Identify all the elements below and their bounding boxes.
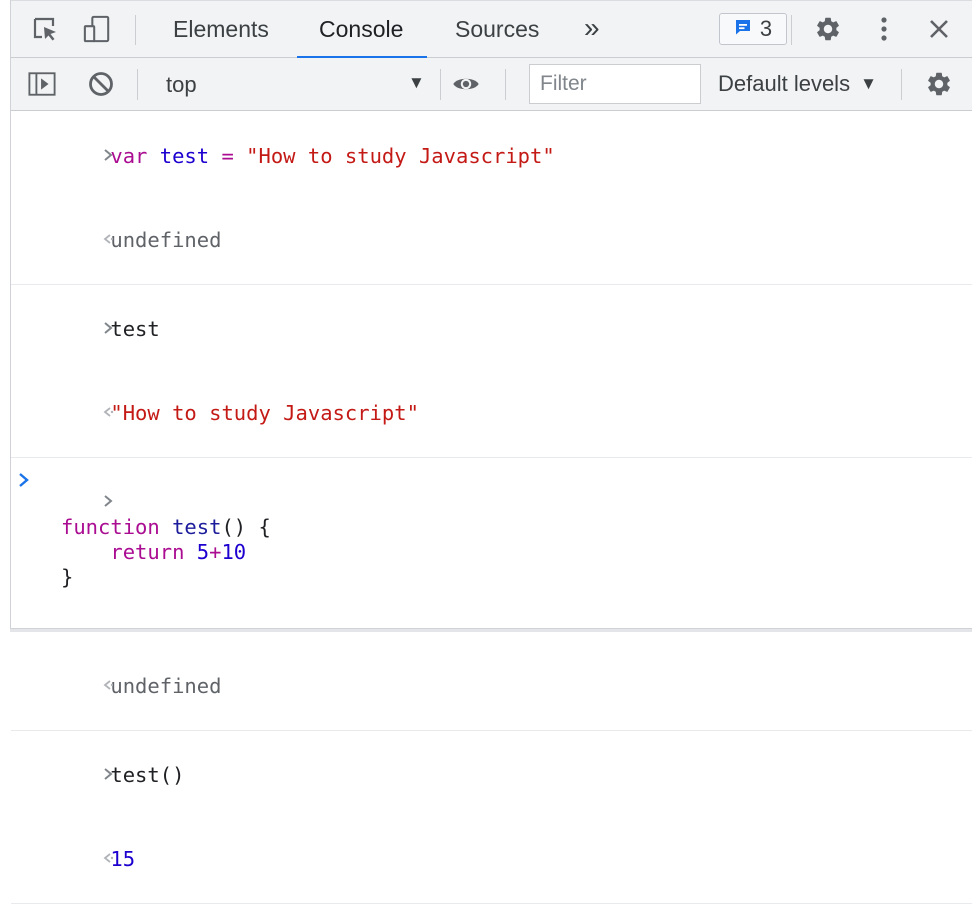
result-value: "How to study Javascript"	[110, 401, 419, 425]
console-input-line: test()	[11, 731, 972, 818]
issues-count: 3	[759, 16, 773, 41]
console-result-line: 15	[11, 818, 972, 904]
code-keyword: var	[110, 144, 148, 168]
code-number: 10	[221, 540, 247, 564]
dropdown-arrow-icon: ▼	[408, 73, 425, 92]
issues-counter-button[interactable]: 3	[719, 13, 787, 45]
chevron-right-icon	[27, 739, 113, 780]
console-toolbar: top ▼ Default levels ▼	[11, 58, 972, 111]
console-messages[interactable]: var test = "How to study Javascript" und…	[11, 112, 972, 904]
code-punctuation: }	[61, 565, 74, 589]
code-line: function test() {	[61, 515, 972, 540]
gear-icon[interactable]	[814, 15, 842, 43]
chevron-left-icon	[27, 377, 114, 417]
eye-icon[interactable]	[452, 70, 480, 98]
divider	[791, 15, 792, 45]
close-icon[interactable]	[925, 15, 953, 43]
divider	[137, 69, 138, 100]
chevron-left-icon	[27, 823, 114, 863]
console-input-line: function test() { return 5+10}	[11, 458, 972, 645]
console-result-line: undefined	[11, 645, 972, 731]
console-result-line: undefined	[11, 199, 972, 285]
device-toolbar-icon[interactable]	[83, 15, 111, 43]
tab-label: Console	[319, 16, 404, 42]
log-levels-dropdown[interactable]: Default levels ▼	[718, 71, 877, 97]
gear-icon[interactable]	[925, 70, 953, 98]
sidebar-toggle-icon[interactable]	[28, 70, 56, 98]
console-prompt-input[interactable]	[16, 470, 30, 495]
chevron-right-icon	[27, 120, 113, 161]
divider	[901, 69, 902, 100]
code-string: "How to study Javascript"	[246, 144, 555, 168]
result-value: undefined	[110, 674, 222, 698]
divider	[440, 69, 441, 100]
code-number: 5	[196, 540, 210, 564]
code-identifier: test	[172, 515, 222, 539]
code-identifier: test	[159, 144, 210, 168]
console-input-line: test	[11, 285, 972, 372]
console-result-line: "How to study Javascript"	[11, 372, 972, 458]
chevron-left-icon	[27, 650, 114, 690]
tab-label: Sources	[455, 16, 540, 42]
code-operator: =	[221, 144, 234, 168]
log-levels-label: Default levels	[718, 71, 851, 96]
more-vertical-icon[interactable]	[870, 15, 898, 43]
chevron-left-icon	[27, 204, 114, 244]
clear-console-icon[interactable]	[87, 70, 115, 98]
more-tabs-label: »	[584, 11, 600, 43]
context-label: top	[166, 72, 197, 97]
panel-border	[10, 628, 972, 632]
divider	[135, 15, 136, 45]
console-input-line: var test = "How to study Javascript"	[11, 112, 972, 199]
tab-label: Elements	[173, 16, 269, 42]
code-identifier: test()	[110, 763, 185, 787]
tab-elements[interactable]: Elements	[173, 1, 269, 58]
dropdown-arrow-icon: ▼	[860, 74, 877, 93]
devtools-tabbar: Elements Console Sources » 3	[11, 0, 972, 59]
code-keyword: return	[110, 540, 185, 564]
code-operator: +	[209, 540, 222, 564]
chevron-right-icon	[27, 293, 113, 334]
inspect-element-icon[interactable]	[31, 15, 59, 43]
code-punctuation: () {	[221, 515, 271, 539]
code-identifier: test	[110, 317, 160, 341]
code-line: return 5+10	[61, 540, 972, 565]
message-icon	[734, 16, 752, 42]
divider	[505, 69, 506, 100]
filter-input[interactable]	[529, 64, 701, 104]
result-value: undefined	[110, 228, 222, 252]
tab-console[interactable]: Console	[296, 1, 428, 59]
tab-sources[interactable]: Sources	[455, 1, 539, 58]
chevron-right-icon	[16, 473, 30, 494]
more-tabs-button[interactable]: »	[584, 0, 600, 56]
